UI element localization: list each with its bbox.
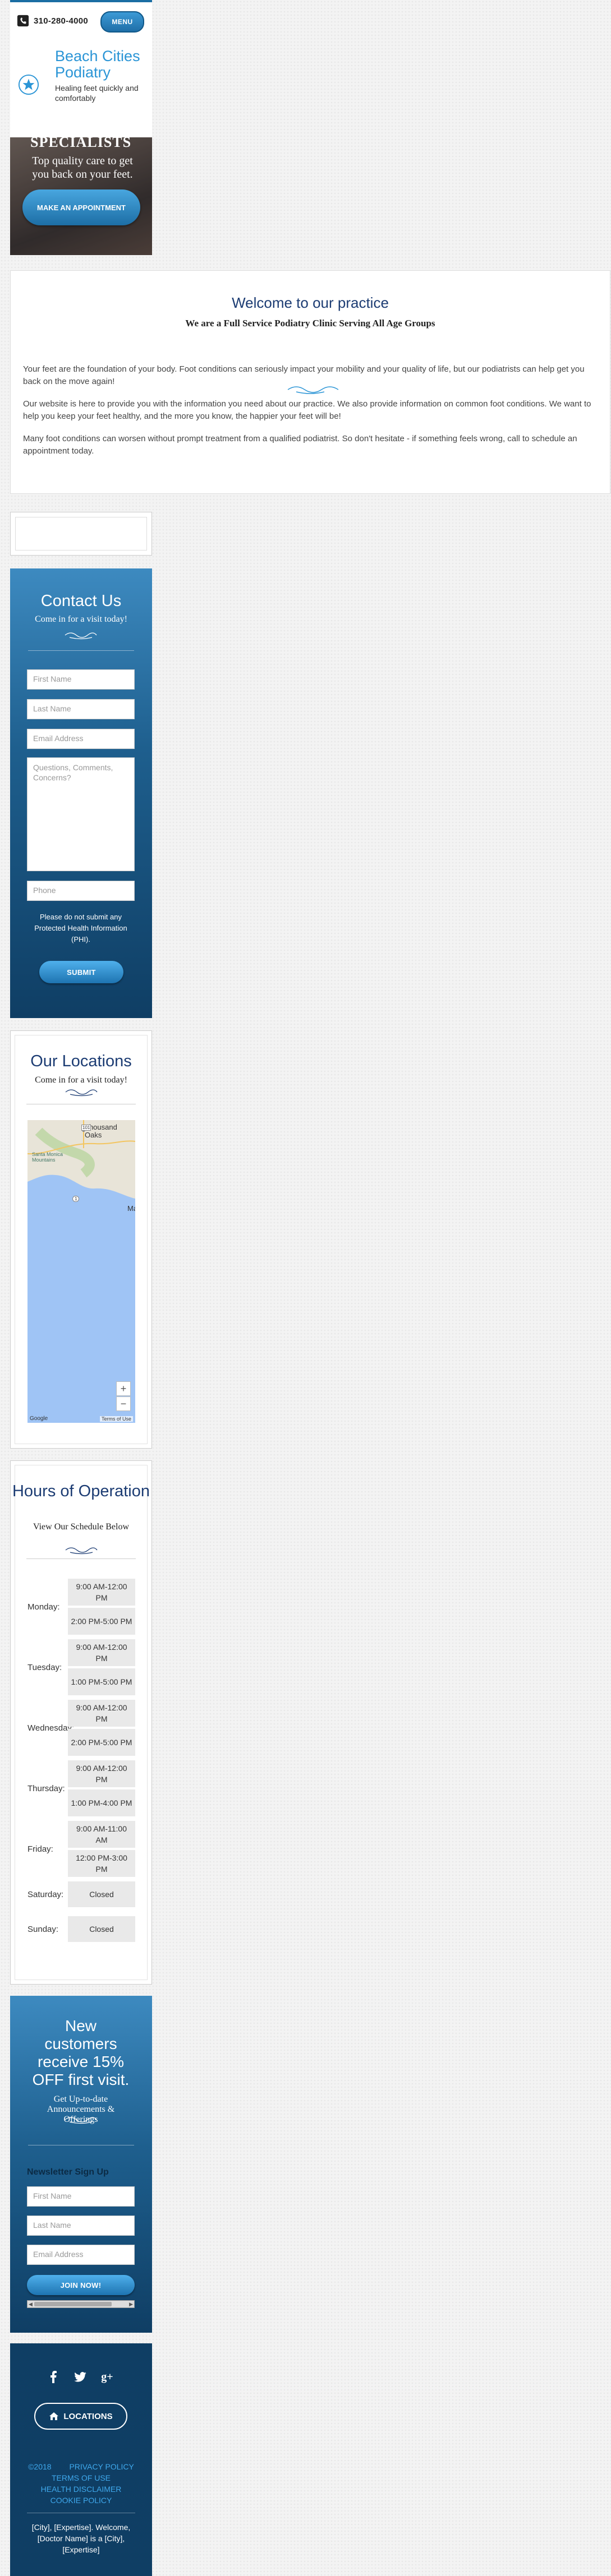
locations-button[interactable]: LOCATIONS — [34, 2403, 127, 2430]
privacy-policy-link[interactable]: PRIVACY POLICY — [69, 2462, 134, 2471]
locations-section: Our Locations Come in for a visit today!… — [10, 1030, 152, 1449]
scrollbar-thumb[interactable] — [34, 2302, 112, 2306]
empty-widget — [10, 512, 152, 556]
map-road-label: 101 — [81, 1125, 91, 1131]
hero-banner: SPECIALISTS Top quality care to get you … — [10, 137, 152, 255]
menu-button[interactable]: MENU — [100, 11, 144, 33]
phone-input[interactable]: Phone — [27, 881, 135, 901]
twitter-icon[interactable] — [72, 2369, 89, 2385]
make-appointment-button[interactable]: MAKE AN APPOINTMENT — [22, 189, 140, 225]
hours-time-slot: 1:00 PM-4:00 PM — [68, 1789, 135, 1816]
footer-seo-text: [City], [Expertise]. Welcome, [Doctor Na… — [31, 2523, 131, 2554]
hours-section: Hours of Operation View Our Schedule Bel… — [10, 1460, 152, 1985]
banner-subtitle: Top quality care to get you back on your… — [32, 155, 133, 181]
join-now-button[interactable]: JOIN NOW! — [27, 2275, 135, 2295]
google-plus-icon[interactable]: g+ — [99, 2369, 116, 2385]
map-edge-label: Ma — [127, 1204, 135, 1213]
hours-day-label: Thursday: — [27, 1784, 65, 1793]
google-logo: Google — [30, 1416, 48, 1422]
hours-time-slot: 9:00 AM-12:00 PM — [68, 1579, 135, 1606]
flourish-divider — [65, 2117, 97, 2124]
phone-icon — [17, 15, 29, 27]
terms-of-use-link[interactable]: TERMS OF USE — [10, 2472, 152, 2483]
email-input[interactable]: Email Address — [27, 729, 135, 749]
locations-title: Our Locations — [30, 1052, 132, 1070]
hours-day-label: Saturday: — [27, 1890, 64, 1899]
divider — [28, 650, 134, 651]
contact-form-section: Contact Us Come in for a visit today! Fi… — [10, 568, 152, 1018]
zoom-out-button[interactable]: − — [116, 1396, 131, 1411]
copyright: ©2018 — [28, 2462, 52, 2471]
welcome-paragraph: Our website is here to provide you with … — [23, 399, 591, 421]
phone-link[interactable]: 310-280-4000 — [17, 15, 88, 27]
hours-time-slot: 9:00 AM-12:00 PM — [68, 1639, 135, 1666]
hours-time-slot: 2:00 PM-5:00 PM — [68, 1729, 135, 1756]
flourish-divider — [65, 1547, 98, 1555]
welcome-paragraph: Many foot conditions can worsen without … — [23, 434, 577, 456]
promo-headline: New customers receive 15% OFF first visi… — [32, 2017, 130, 2088]
site-header: 310-280-4000 MENU Beach Cities Podiatry … — [10, 0, 152, 137]
brand-tagline: Healing feet quickly and comfortably — [55, 84, 139, 103]
facebook-icon[interactable] — [45, 2369, 62, 2385]
flourish-divider — [287, 386, 339, 394]
hours-time-slot: 2:00 PM-5:00 PM — [68, 1608, 135, 1635]
hours-time-slot: 9:00 AM-12:00 PM — [68, 1700, 135, 1727]
hours-day-label: Sunday: — [27, 1925, 59, 1934]
submit-button[interactable]: SUBMIT — [39, 961, 123, 983]
scroll-right-icon[interactable]: ▶ — [129, 2301, 133, 2307]
site-footer: g+ LOCATIONS ©2018 PRIVACY POLICY TERMS … — [10, 2343, 152, 2576]
scroll-left-icon[interactable]: ◀ — [29, 2301, 33, 2307]
map-terms-link[interactable]: Terms of Use — [99, 1416, 133, 1422]
contact-title: Contact Us — [40, 592, 122, 610]
logo-star-icon — [18, 74, 39, 95]
banner-title: SPECIALISTS — [30, 137, 132, 150]
contact-subtitle: Come in for a visit today! — [35, 614, 127, 624]
hours-time-slot: 12:00 PM-3:00 PM — [68, 1850, 135, 1877]
newsletter-email-input[interactable]: Email Address — [27, 2245, 135, 2265]
hours-time-slot: 9:00 AM-11:00 AM — [68, 1821, 135, 1848]
footer-links-row: ©2018 PRIVACY POLICY — [10, 2461, 152, 2472]
cookie-policy-link[interactable]: COOKIE POLICY — [10, 2495, 152, 2506]
hours-subtitle: View Our Schedule Below — [33, 1522, 129, 1532]
newsletter-label: Newsletter Sign Up — [27, 2167, 109, 2177]
locations-subtitle: Come in for a visit today! — [35, 1075, 127, 1085]
locations-button-label: LOCATIONS — [63, 2411, 113, 2421]
newsletter-section: New customers receive 15% OFF first visi… — [10, 1996, 152, 2333]
hours-time-slot: Closed — [68, 1916, 135, 1942]
newsletter-first-name-input[interactable]: First Name — [27, 2186, 135, 2207]
hours-day-label: Monday: — [27, 1602, 60, 1612]
brand-name: Beach Cities Podiatry — [55, 48, 140, 81]
last-name-input[interactable]: Last Name — [27, 699, 135, 719]
welcome-section: Welcome to our practice We are a Full Se… — [10, 270, 610, 494]
first-name-input[interactable]: First Name — [27, 669, 135, 690]
hours-time-slot: 1:00 PM-5:00 PM — [68, 1668, 135, 1695]
comments-textarea[interactable]: Questions, Comments, Concerns? — [27, 757, 135, 871]
hours-day-label: Wednesday: — [27, 1723, 75, 1733]
hours-time-slot: Closed — [68, 1881, 135, 1907]
flourish-divider — [65, 1089, 98, 1097]
divider — [26, 1558, 136, 1559]
welcome-subtitle: We are a Full Service Podiatry Clinic Se… — [185, 318, 435, 329]
hours-time-slot: 9:00 AM-12:00 PM — [68, 1760, 135, 1787]
welcome-title: Welcome to our practice — [232, 294, 389, 311]
phone-number: 310-280-4000 — [34, 16, 89, 26]
welcome-body: Your feet are the foundation of your bod… — [23, 363, 601, 468]
zoom-in-button[interactable]: + — [116, 1381, 131, 1396]
hours-title: Hours of Operation — [12, 1482, 150, 1500]
map-city-label: Thousand Oaks — [85, 1123, 117, 1139]
home-icon — [49, 2412, 59, 2420]
location-map[interactable]: Thousand Oaks Santa Monica Mountains 101… — [27, 1120, 135, 1423]
brand-block[interactable]: Beach Cities Podiatry Healing feet quick… — [55, 48, 148, 103]
health-disclaimer-link[interactable]: HEALTH DISCLAIMER — [10, 2483, 152, 2495]
hours-day-label: Tuesday: — [27, 1663, 62, 1672]
flourish-divider — [65, 632, 97, 640]
phi-notice: Please do not submit any Protected Healt… — [34, 913, 127, 944]
map-mountains-label: Santa Monica Mountains — [32, 1151, 63, 1163]
horizontal-scrollbar[interactable]: ◀ ▶ — [27, 2300, 135, 2308]
hours-day-label: Friday: — [27, 1844, 53, 1854]
newsletter-last-name-input[interactable]: Last Name — [27, 2216, 135, 2236]
